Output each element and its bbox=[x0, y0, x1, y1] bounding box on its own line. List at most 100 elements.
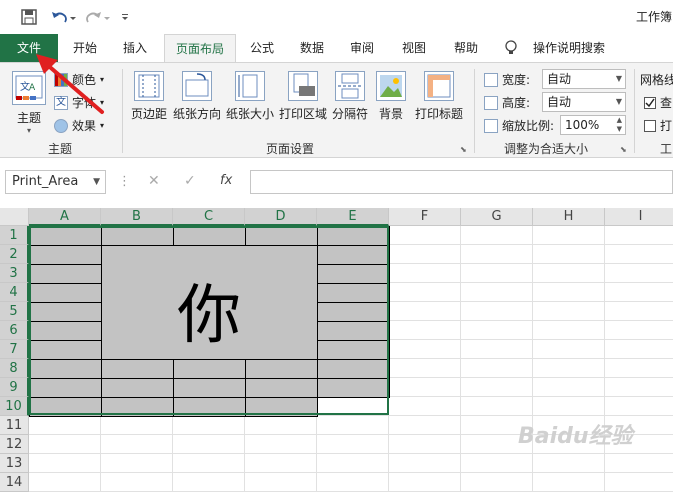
grid-cell[interactable] bbox=[461, 359, 533, 378]
grid-cell[interactable] bbox=[605, 264, 673, 283]
page-setup-launcher-icon[interactable]: ⬊ bbox=[460, 145, 467, 154]
save-icon[interactable] bbox=[20, 8, 38, 26]
formatted-cell[interactable] bbox=[317, 245, 390, 265]
background-button[interactable]: 背景 bbox=[374, 71, 408, 122]
grid-cell[interactable] bbox=[533, 264, 605, 283]
grid-cell[interactable] bbox=[533, 302, 605, 321]
grid-cell[interactable] bbox=[245, 473, 317, 492]
grid-cell[interactable] bbox=[461, 321, 533, 340]
grid-cell[interactable] bbox=[389, 416, 461, 435]
formatted-cell[interactable] bbox=[317, 359, 390, 379]
grid-cell[interactable] bbox=[461, 226, 533, 245]
grid-cell[interactable] bbox=[317, 435, 389, 454]
grid-cell[interactable] bbox=[173, 454, 245, 473]
formatted-cell[interactable] bbox=[245, 397, 318, 417]
row-header[interactable]: 1 bbox=[0, 226, 29, 245]
row-header[interactable]: 3 bbox=[0, 264, 29, 283]
grid-cell[interactable] bbox=[605, 226, 673, 245]
grid-cell[interactable] bbox=[605, 340, 673, 359]
grid-cell[interactable] bbox=[389, 359, 461, 378]
grid-cell[interactable] bbox=[389, 245, 461, 264]
grid-cell[interactable] bbox=[461, 340, 533, 359]
grid-cell[interactable] bbox=[461, 473, 533, 492]
column-header[interactable]: I bbox=[605, 208, 673, 226]
formatted-cell[interactable] bbox=[173, 378, 246, 398]
formula-input[interactable] bbox=[250, 170, 673, 194]
worksheet-grid[interactable]: ABCDEFGHI 1 2 3 4 5 6 7 8 9 10 11 12 13 14 你 bbox=[0, 208, 673, 498]
formatted-cell[interactable] bbox=[245, 226, 318, 246]
grid-cell[interactable] bbox=[533, 340, 605, 359]
formatted-cell[interactable] bbox=[317, 340, 390, 360]
row-header[interactable]: 14 bbox=[0, 473, 29, 492]
formatted-cell[interactable] bbox=[101, 397, 174, 417]
grid-cell[interactable] bbox=[245, 416, 317, 435]
orientation-button[interactable]: 纸张方向 bbox=[172, 71, 222, 122]
grid-cell[interactable] bbox=[605, 397, 673, 416]
grid-cell[interactable] bbox=[389, 340, 461, 359]
grid-cell[interactable] bbox=[173, 473, 245, 492]
column-header[interactable]: A bbox=[29, 208, 101, 226]
grid-cell[interactable] bbox=[389, 473, 461, 492]
grid-cell[interactable] bbox=[245, 454, 317, 473]
row-header[interactable]: 6 bbox=[0, 321, 29, 340]
grid-cell[interactable] bbox=[461, 264, 533, 283]
row-header[interactable]: 10 bbox=[0, 397, 29, 416]
grid-cell[interactable] bbox=[461, 454, 533, 473]
grid-cell[interactable] bbox=[317, 473, 389, 492]
grid-cell[interactable] bbox=[605, 283, 673, 302]
grid-cell[interactable] bbox=[605, 473, 673, 492]
tab-data[interactable]: 数据 bbox=[290, 34, 334, 62]
formatted-cell[interactable] bbox=[317, 226, 390, 246]
height-select[interactable]: 自动 ▼ bbox=[542, 92, 626, 112]
row-header[interactable]: 12 bbox=[0, 435, 29, 454]
grid-cell[interactable] bbox=[389, 264, 461, 283]
row-header[interactable]: 11 bbox=[0, 416, 29, 435]
formatted-cell[interactable] bbox=[29, 359, 102, 379]
formatted-cell[interactable] bbox=[29, 283, 102, 303]
breaks-button[interactable]: 分隔符 bbox=[330, 71, 370, 122]
gridlines-view-checkbox[interactable]: 查 bbox=[644, 94, 672, 111]
formatted-cell[interactable] bbox=[317, 283, 390, 303]
formatted-cell[interactable] bbox=[173, 397, 246, 417]
tab-formulas[interactable]: 公式 bbox=[240, 34, 284, 62]
row-header[interactable]: 7 bbox=[0, 340, 29, 359]
tab-insert[interactable]: 插入 bbox=[113, 34, 157, 62]
tab-review[interactable]: 审阅 bbox=[340, 34, 384, 62]
grid-cell[interactable] bbox=[29, 473, 101, 492]
cancel-icon[interactable]: ✕ bbox=[148, 173, 160, 189]
grid-cell[interactable] bbox=[533, 283, 605, 302]
row-header[interactable]: 8 bbox=[0, 359, 29, 378]
grid-cell[interactable] bbox=[605, 454, 673, 473]
formatted-cell[interactable] bbox=[173, 226, 246, 246]
grid-cell[interactable] bbox=[101, 435, 173, 454]
formatted-cell[interactable] bbox=[101, 226, 174, 246]
formatted-cell[interactable] bbox=[101, 378, 174, 398]
gridlines-print-checkbox[interactable]: 打 bbox=[644, 117, 672, 134]
formatted-cell[interactable] bbox=[29, 378, 102, 398]
tab-view[interactable]: 视图 bbox=[392, 34, 436, 62]
row-header[interactable]: 5 bbox=[0, 302, 29, 321]
grid-cell[interactable] bbox=[389, 283, 461, 302]
row-header[interactable]: 9 bbox=[0, 378, 29, 397]
grid-cell[interactable] bbox=[389, 302, 461, 321]
grid-cell[interactable] bbox=[605, 359, 673, 378]
enter-icon[interactable]: ✓ bbox=[184, 173, 196, 189]
grid-cell[interactable] bbox=[389, 226, 461, 245]
grid-cell[interactable] bbox=[173, 435, 245, 454]
grid-cell[interactable] bbox=[461, 283, 533, 302]
formatted-cell[interactable] bbox=[29, 340, 102, 360]
formatted-cell[interactable] bbox=[317, 302, 390, 322]
grid-cell[interactable] bbox=[533, 359, 605, 378]
column-header[interactable]: C bbox=[173, 208, 245, 226]
formatted-cell[interactable] bbox=[29, 302, 102, 322]
grid-cell[interactable] bbox=[461, 245, 533, 264]
column-header[interactable]: D bbox=[245, 208, 317, 226]
column-header[interactable]: G bbox=[461, 208, 533, 226]
column-header[interactable]: B bbox=[101, 208, 173, 226]
grid-cell[interactable] bbox=[533, 473, 605, 492]
formatted-cell[interactable] bbox=[317, 378, 390, 398]
formatted-cell[interactable] bbox=[245, 378, 318, 398]
grid-cell[interactable] bbox=[101, 473, 173, 492]
formatted-cell[interactable] bbox=[29, 226, 102, 246]
formatted-cell[interactable] bbox=[29, 321, 102, 341]
